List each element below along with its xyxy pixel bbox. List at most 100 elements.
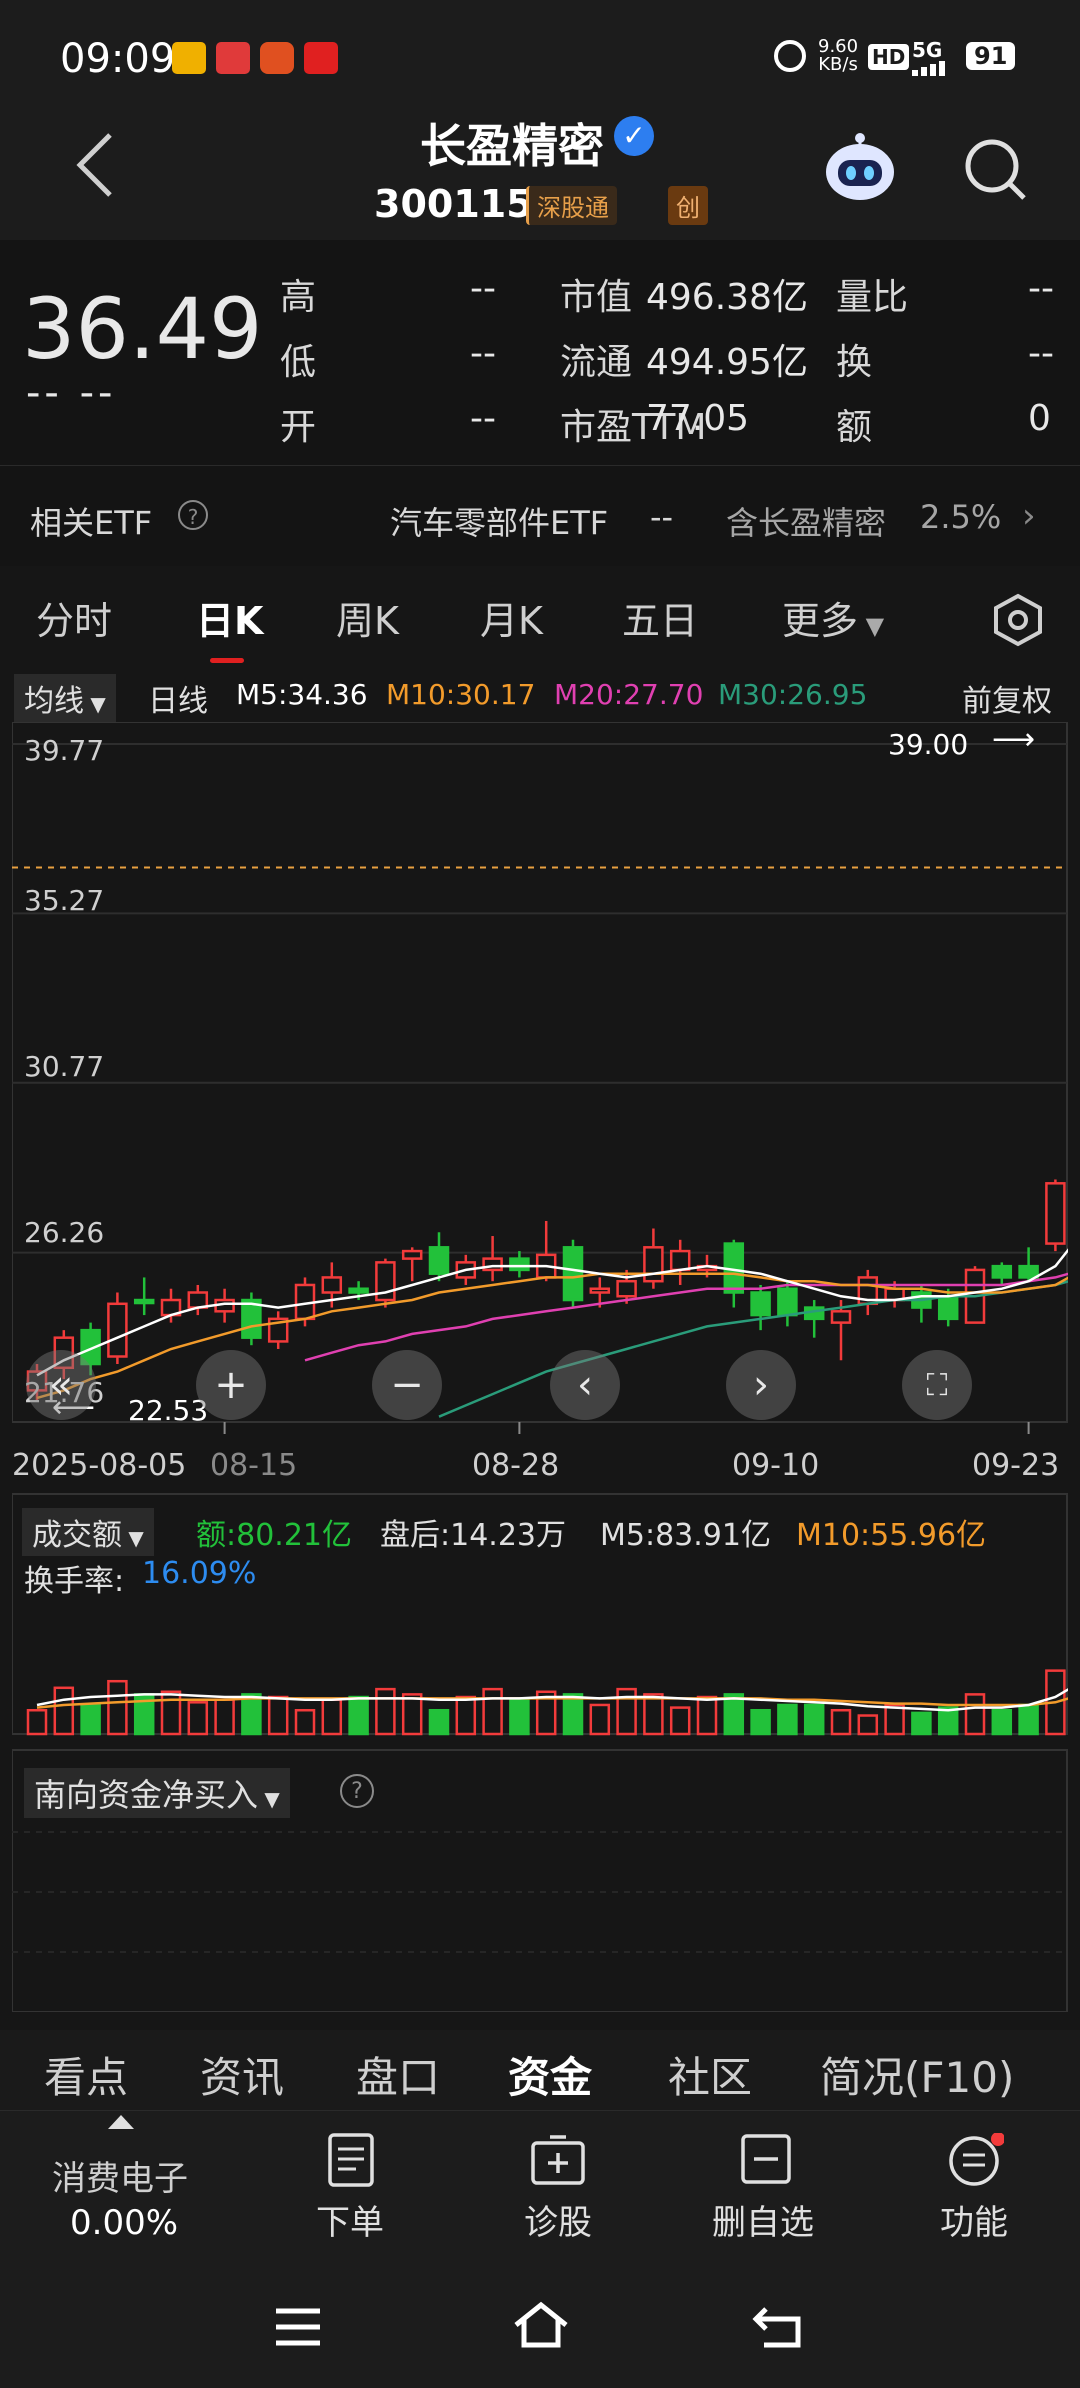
chevron-left-icon: ‹ [577,1362,593,1408]
bottom-action-bar: 消费电子 0.00% 下单 诊股 删自选 功能 [0,2110,1080,2266]
candle-body [562,1246,584,1302]
tab-highlights[interactable]: 看点 [44,2044,128,2105]
quote-field-value: 494.95亿 [646,342,808,383]
tab-daily-k[interactable]: 日K [196,590,263,645]
triangle-down-icon: ▼ [858,612,885,640]
volume-bar [455,1695,477,1736]
high-price-label: 39.00 [888,728,969,761]
sector-pct: 0.00% [70,2203,179,2243]
quote-field-value: 496.38亿 [646,277,808,318]
net-speed: 9.60 KB/s [818,38,858,74]
tab-intraday[interactable]: 分时 [36,590,112,645]
active-tab-indicator [210,658,244,663]
remove-watchlist-icon [740,2133,792,2191]
quote-field-label: 市值 [560,277,633,318]
tab-order-book[interactable]: 盘口 [356,2044,440,2105]
quote-field-label: 额 [836,407,873,448]
related-etf-row[interactable]: 相关ETF ? 汽车零部件ETF -- 含长盈精密 2.5% › [0,465,1080,566]
tab-community[interactable]: 社区 [668,2044,752,2105]
order-button[interactable]: 下单 [316,2195,384,2244]
tab-profile-f10[interactable]: 简况(F10) [820,2044,1014,2105]
sector-name[interactable]: 消费电子 [52,2151,188,2200]
volume-bar [267,1695,289,1736]
candle-body [643,1246,664,1283]
function-button[interactable]: 功能 [940,2195,1008,2244]
back-button[interactable] [70,130,120,204]
ai-assistant-button[interactable] [820,130,900,206]
after-hours-volume: 盘后:14.23万 [380,1518,566,1553]
arrow-right-icon: ⟶ [992,722,1036,757]
status-time: 09:09 [60,36,176,82]
y-tick-label: 30.77 [24,1050,105,1083]
x-tick-label: 09-10 [732,1448,820,1483]
scroll-left-fast-button[interactable]: « [26,1350,96,1420]
etf-name: 汽车零部件ETF [390,504,609,542]
chart-settings-button[interactable] [990,592,1046,652]
tab-monthly-k[interactable]: 月K [480,590,543,645]
hd-icon: HD [868,44,910,70]
double-chevron-left-icon: « [48,1362,74,1408]
volume-bar [241,1693,262,1736]
tab-five-day[interactable]: 五日 [622,590,698,645]
quote-field-value: -- [470,398,496,439]
volume-selector[interactable]: 成交额 ▼ [22,1508,154,1556]
candle-body [348,1287,369,1294]
chinext-badge: 创 [668,186,708,225]
tab-weekly-k[interactable]: 周K [336,590,399,645]
candle-body [669,1249,691,1272]
tab-capital[interactable]: 资金 [508,2044,592,2105]
volume-bar [643,1693,664,1736]
scroll-right-button[interactable]: › [726,1350,796,1420]
y-tick-label: 35.27 [24,884,105,917]
volume-bar [911,1711,932,1736]
ma-selector[interactable]: 均线 ▼ [14,674,116,722]
settings-hexagon-icon [994,593,1042,647]
volume-bar [187,1701,209,1736]
candle-body [509,1257,530,1272]
remove-watchlist-button[interactable]: 删自选 [712,2195,814,2244]
triangle-down-icon: ▼ [84,692,106,716]
home-button[interactable] [510,2299,572,2355]
tab-more[interactable]: 更多 ▼ [782,590,884,645]
y-tick-label: 39.77 [24,734,105,767]
back-nav-button[interactable] [752,2301,808,2355]
volume-bar [214,1698,235,1736]
x-tick-label: 09-23 [972,1448,1060,1483]
help-icon[interactable]: ? [340,1774,374,1808]
diagnose-icon [530,2133,586,2191]
zoom-out-button[interactable]: − [372,1350,442,1420]
volume-bar [428,1708,450,1736]
x-tick-label: 2025-08-05 [12,1448,187,1483]
volume-m5: M5:83.91亿 [600,1518,771,1553]
zoom-in-button[interactable]: + [196,1350,266,1420]
detail-tabs: 看点 资讯 盘口 资金 社区 简况(F10) [0,2030,1080,2115]
volume-bar [107,1679,128,1736]
home-icon [514,2301,568,2348]
candle-body [777,1287,798,1317]
volume-bar [750,1708,771,1736]
back-arrow-icon [76,133,112,197]
chart-area[interactable]: 39.77 35.27 30.77 26.26 21.76 39.00 ⟶ 22… [11,721,1080,2013]
candle-body [133,1298,155,1305]
fullscreen-button[interactable]: ⛶ [902,1350,972,1420]
volume-bar [482,1687,503,1736]
triangle-down-icon: ▼ [122,1526,144,1550]
volume-selector-label: 成交额 [32,1518,122,1553]
search-button[interactable] [960,134,1030,208]
southbound-selector[interactable]: 南向资金净买入 ▼ [24,1768,290,1818]
help-icon[interactable]: ? [178,500,208,530]
volume-bar [777,1703,798,1736]
related-etf-label: 相关ETF [30,504,153,542]
diagnose-button[interactable]: 诊股 [524,2195,592,2244]
adjust-mode[interactable]: 前复权 [962,676,1052,720]
quote-field-label: 量比 [836,277,909,318]
menu-button[interactable] [272,2305,324,2353]
plus-icon: + [214,1362,248,1408]
menu-icon [276,2308,320,2346]
scroll-left-button[interactable]: ‹ [550,1350,620,1420]
quote-field-value: -- [470,333,496,374]
volume-bar [321,1698,343,1736]
tab-news[interactable]: 资讯 [200,2044,284,2105]
price-change: -- -- [26,370,117,416]
ma30-value: M30:26.95 [718,678,868,711]
